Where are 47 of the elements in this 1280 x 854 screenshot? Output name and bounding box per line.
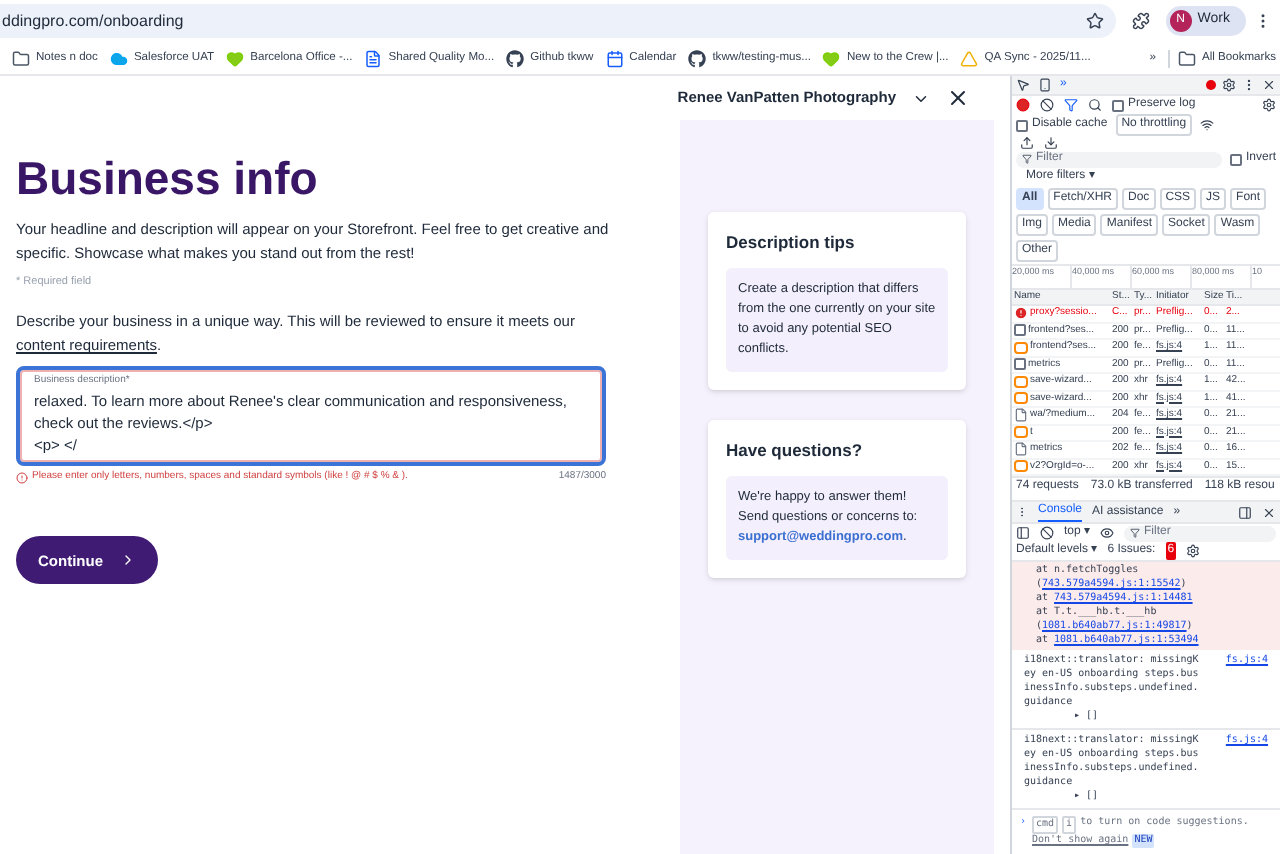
document-icon [364,49,383,67]
checkbox[interactable] [1016,119,1028,131]
close-icon[interactable] [1262,505,1276,519]
close-icon[interactable] [946,86,970,110]
card-title: Description tips [726,230,857,256]
upload-icon[interactable] [1020,136,1034,150]
clear-icon[interactable] [1040,526,1054,540]
calendar-icon [605,49,624,67]
folder-icon [1177,49,1196,67]
address-bar[interactable]: ddingpro.com/onboarding [0,4,1116,38]
settings-icon[interactable] [1222,78,1236,92]
settings-icon[interactable] [1262,98,1276,112]
filter-icon[interactable] [1064,98,1078,112]
extensions-icon[interactable] [1131,12,1150,30]
square-icon [1014,358,1026,371]
download-icon[interactable] [1044,136,1058,150]
file-icon [1014,408,1028,423]
clear-icon[interactable] [1040,98,1054,112]
filter-icon [1022,154,1032,164]
wifi-icon[interactable] [1200,118,1215,132]
filter-icon [1130,528,1141,538]
checkbox[interactable] [1112,99,1124,111]
file-icon [1014,442,1028,457]
folder-icon [12,49,30,67]
card-title: Have questions? [726,437,865,463]
octocat-icon [506,49,525,67]
heart-icon [822,49,841,67]
search-icon[interactable] [1088,98,1102,112]
octocat-icon [688,49,707,67]
cloud-icon [109,49,128,67]
record-icon[interactable] [1016,98,1030,112]
eye-icon[interactable] [1100,526,1115,540]
triangle-icon [960,49,979,67]
dock-icon[interactable] [1238,505,1252,519]
inspect-icon[interactable] [1016,78,1030,92]
bookmark-star-icon[interactable] [1085,12,1104,30]
device-icon[interactable] [1038,78,1052,92]
page-title: Business info [16,156,320,202]
heart-icon [226,49,245,67]
square-icon [1014,324,1026,337]
close-icon[interactable] [1262,78,1276,92]
settings-icon[interactable] [1186,544,1201,558]
alert-icon [16,471,28,483]
sidebar-icon[interactable] [1016,526,1030,540]
menu-icon[interactable] [1242,78,1256,92]
checkbox[interactable] [1229,153,1242,165]
error-badge-icon [1206,80,1216,90]
